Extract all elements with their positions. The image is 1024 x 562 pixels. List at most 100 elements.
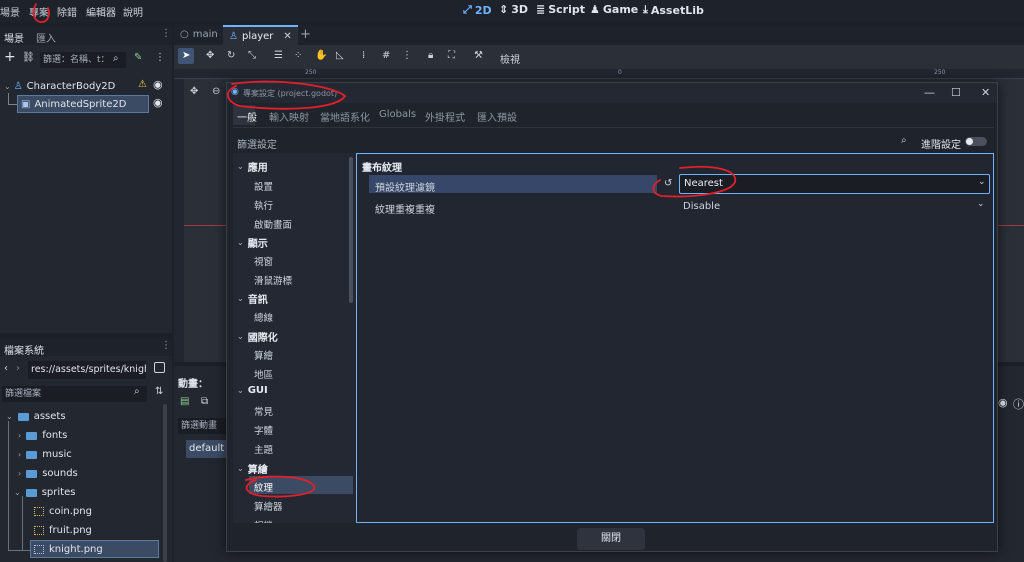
category-item[interactable]: 總線 <box>254 310 273 324</box>
tab-player[interactable]: ♙ player ✕ <box>223 25 298 45</box>
back-arrow-icon[interactable]: ‹ <box>4 363 8 374</box>
tab-plugins[interactable]: 外掛程式 <box>425 109 465 124</box>
category-audio[interactable]: ⌄ 音訊 <box>237 291 268 306</box>
dock-menu-icon[interactable]: ⋮ <box>161 28 171 39</box>
category-item[interactable]: 執行 <box>254 198 273 212</box>
list-select-icon[interactable]: ☰ <box>274 50 283 61</box>
category-item-textures[interactable]: 紋理 <box>254 480 273 494</box>
add-tab-icon[interactable]: + <box>300 27 311 42</box>
center-view-icon[interactable]: ✥ <box>190 86 198 97</box>
category-item[interactable]: 地區 <box>254 367 273 381</box>
forward-arrow-icon[interactable]: › <box>16 363 20 374</box>
fs-item-folder[interactable]: ⌄ sprites <box>14 487 75 498</box>
new-animation-icon[interactable]: ▤ <box>180 396 189 407</box>
bone-icon[interactable]: ⚒ <box>474 50 483 61</box>
visibility-eye-icon[interactable]: ◉ <box>153 78 163 91</box>
rotate-icon[interactable]: ↻ <box>227 50 235 61</box>
playback-icon[interactable]: ◉ <box>998 396 1008 409</box>
tab-general[interactable]: 一般 <box>237 109 257 124</box>
fs-scrollbar[interactable] <box>163 404 167 562</box>
duplicate-icon[interactable]: ⧉ <box>201 396 208 407</box>
fs-item-file[interactable]: coin.png <box>34 506 92 517</box>
fs-item-file-selected[interactable]: knight.png <box>30 540 159 558</box>
anim-filter-input[interactable]: 篩選動畫 <box>178 418 226 434</box>
category-item[interactable]: 滑鼠游標 <box>254 273 292 287</box>
settings-filter-input[interactable]: 篩選設定 <box>237 136 277 151</box>
category-item[interactable]: 啟動畫面 <box>254 217 292 231</box>
grid-snap-icon[interactable]: # <box>382 50 390 61</box>
fs-filter-input[interactable]: 篩選檔案 <box>2 386 147 402</box>
category-item[interactable]: 算繪 <box>254 348 273 362</box>
move-icon[interactable]: ✥ <box>206 50 214 61</box>
mode-game-button[interactable]: ♟ Game <box>590 3 638 16</box>
category-rendering[interactable]: ⌄ 算繪 <box>237 461 268 476</box>
script-attach-icon[interactable]: ✎ <box>134 52 142 63</box>
minimize-icon[interactable]: — <box>924 86 935 99</box>
ruler-icon[interactable]: ◺ <box>336 50 344 61</box>
tree-node-animatedsprite2d[interactable]: ▣ AnimatedSprite2D <box>17 95 149 113</box>
fs-item-folder[interactable]: › sounds <box>18 468 78 479</box>
menu-help[interactable]: 說明 <box>123 4 143 19</box>
category-item[interactable]: 主題 <box>254 442 273 456</box>
menu-project[interactable]: 專案 <box>29 4 49 19</box>
pivot-icon[interactable]: ⁘ <box>294 50 302 61</box>
maximize-icon[interactable]: ☐ <box>951 86 961 99</box>
fs-item-folder[interactable]: › fonts <box>18 430 67 441</box>
pan-icon[interactable]: ✋ <box>315 50 327 61</box>
category-application[interactable]: ⌄ 應用 <box>237 159 268 174</box>
category-display[interactable]: ⌄ 顯示 <box>237 235 268 250</box>
warning-icon[interactable]: ⚠ <box>138 79 147 90</box>
sort-icon[interactable]: ⇅ <box>155 386 163 397</box>
category-gui[interactable]: ⌄ GUI <box>237 385 268 396</box>
tree-node-characterbody2d[interactable]: ⌄ ♙ CharacterBody2D ⚠ ◉ <box>4 78 169 94</box>
add-node-icon[interactable]: + <box>4 49 16 65</box>
smart-snap-icon[interactable]: ⁞ <box>362 50 365 61</box>
category-item[interactable]: 常見 <box>254 404 273 418</box>
view-menu[interactable]: 檢視 <box>500 51 520 66</box>
mode-2d-button[interactable]: ⤢ 2D <box>463 3 492 17</box>
category-item[interactable]: 視窗 <box>254 254 273 268</box>
fs-item-file[interactable]: fruit.png <box>34 525 92 536</box>
tab-globals[interactable]: Globals <box>379 109 416 120</box>
category-internationalization[interactable]: ⌄ 國際化 <box>237 329 278 344</box>
revert-icon[interactable]: ↺ <box>664 178 672 189</box>
category-item[interactable]: 字體 <box>254 423 273 437</box>
dock-menu-icon[interactable]: ⋮ <box>161 340 171 351</box>
tab-import-defaults[interactable]: 匯入預設 <box>477 109 517 124</box>
advanced-settings-toggle[interactable] <box>965 137 987 146</box>
tab-filesystem[interactable]: 檔案系統 <box>4 342 44 357</box>
category-item[interactable]: 相機 <box>254 518 273 523</box>
scene-options-icon[interactable]: ⋮ <box>155 52 165 63</box>
texture-repeat-select[interactable]: Disable ⌄ <box>679 197 990 217</box>
close-icon[interactable]: ✕ <box>283 31 291 42</box>
tab-scene[interactable]: 場景 <box>4 30 24 45</box>
mode-3d-button[interactable]: ⇕ 3D <box>499 3 528 16</box>
split-view-icon[interactable] <box>154 362 165 373</box>
fs-item-folder[interactable]: › music <box>18 449 72 460</box>
mode-assetlib-button[interactable]: ⤓ AssetLib <box>643 3 704 17</box>
close-button[interactable]: 關閉 <box>577 528 645 550</box>
snap-options-icon[interactable]: ⋮ <box>402 50 412 61</box>
info-icon[interactable]: ⓘ <box>1013 396 1024 412</box>
link-icon[interactable]: ⛓ <box>22 52 35 63</box>
texture-filter-select[interactable]: Nearest ⌄ <box>679 174 990 194</box>
tab-import[interactable]: 匯入 <box>36 30 56 45</box>
tab-localization[interactable]: 當地語系化 <box>320 109 370 124</box>
category-scrollbar[interactable] <box>349 157 353 303</box>
menu-scene[interactable]: 場景 <box>0 4 20 19</box>
lock-icon[interactable]: 🔒︎ <box>428 50 433 61</box>
animation-item-default[interactable]: default <box>186 440 226 458</box>
close-icon[interactable]: ✕ <box>981 86 990 99</box>
category-item[interactable]: 設置 <box>254 179 273 193</box>
tab-input-map[interactable]: 輸入映射 <box>269 109 309 124</box>
visibility-eye-icon[interactable]: ◉ <box>153 96 163 109</box>
mode-script-button[interactable]: ≣ Script <box>536 3 585 16</box>
zoom-out-icon[interactable]: ⊖ <box>212 86 220 97</box>
fs-path-input[interactable]: res://assets/sprites/knight <box>28 361 146 379</box>
tab-main[interactable]: ○ main <box>180 29 218 40</box>
group-icon[interactable]: ⛶ <box>448 50 455 61</box>
category-item[interactable]: 算繪器 <box>254 499 283 513</box>
fs-item-folder[interactable]: ⌄ assets <box>6 411 66 422</box>
scale-icon[interactable]: ⤡ <box>248 50 256 61</box>
menu-editor[interactable]: 編輯器 <box>86 4 116 19</box>
